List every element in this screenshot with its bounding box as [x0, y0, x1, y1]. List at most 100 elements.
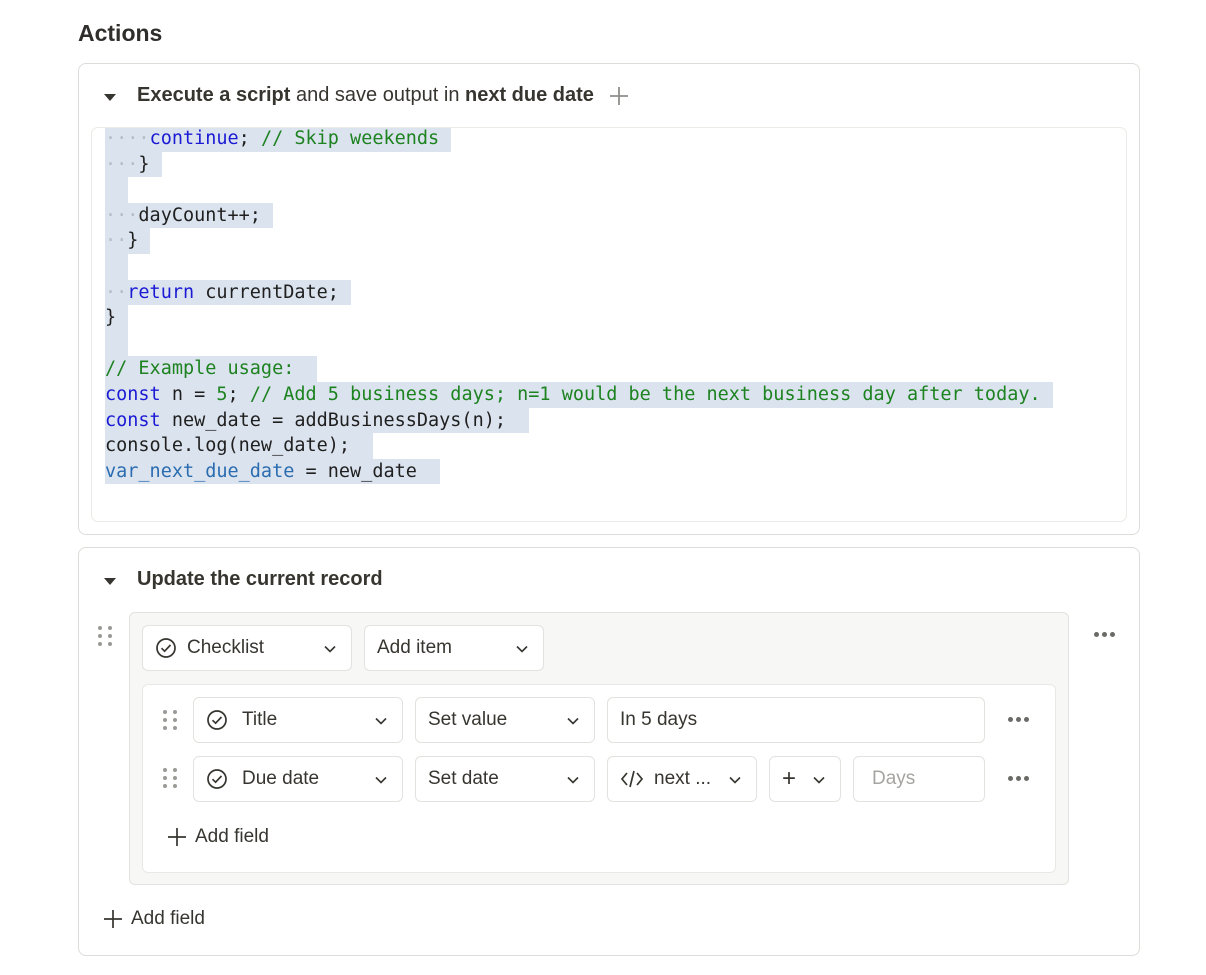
property-select[interactable]: Checklist — [142, 625, 352, 671]
code-token: 5 — [216, 383, 228, 405]
script-action-header[interactable]: Execute a script and save output in next… — [103, 84, 630, 107]
code-token: ; — [227, 383, 250, 405]
code-line-content — [105, 330, 129, 357]
code-icon — [620, 769, 644, 789]
script-action-label: Execute a script — [137, 84, 291, 106]
field-select-value: Title — [242, 709, 278, 730]
chevron-down-icon — [324, 645, 336, 653]
checkmark-circle-icon — [206, 709, 228, 731]
operation-select[interactable]: Add item — [364, 625, 544, 671]
checkmark-circle-icon — [155, 637, 177, 659]
code-line-content: } — [105, 305, 129, 331]
update-action-card: Update the current record Checklist Add … — [78, 547, 1140, 956]
add-field-button-outer[interactable]: Add field — [103, 908, 205, 930]
field-select-due-date[interactable]: Due date — [193, 756, 403, 802]
indent-marker: ···· — [105, 128, 150, 149]
code-token: } — [127, 230, 139, 252]
date-modifier-select[interactable]: + — [769, 756, 841, 802]
drag-handle-icon[interactable] — [98, 626, 112, 646]
chevron-down-icon — [516, 645, 528, 653]
indent-marker — [105, 256, 116, 277]
chevron-down-icon — [729, 776, 741, 784]
code-line-content: console.log(new_date); — [105, 433, 374, 459]
collapse-caret-icon[interactable] — [103, 574, 117, 588]
code-token: = new_date — [294, 460, 429, 482]
script-action-connector: and save output in — [290, 84, 465, 106]
title-value-input[interactable]: In 5 days — [607, 697, 985, 743]
add-field-label: Add field — [195, 826, 269, 847]
code-content: ····continue; // Skip weekends ···} ···da… — [105, 128, 1053, 485]
code-token: currentDate; — [194, 281, 339, 303]
code-line: ··} — [105, 228, 1053, 254]
indent-marker: ·· — [105, 281, 128, 303]
drag-handle-icon[interactable] — [163, 768, 177, 788]
code-line: } — [105, 305, 1053, 331]
more-options-icon[interactable] — [1008, 717, 1029, 722]
code-token: var_next_due_date — [105, 460, 295, 482]
code-token: } — [138, 153, 150, 175]
code-line-content: const new_date = addBusinessDays(n); — [105, 407, 530, 434]
code-line-content: ··return currentDate; — [105, 279, 351, 306]
drag-handle-icon[interactable] — [163, 710, 177, 730]
plus-icon — [167, 827, 187, 847]
code-line: ··return currentDate; — [105, 279, 1053, 306]
variable-select-value: next ... — [654, 768, 712, 789]
output-variable-name[interactable]: next due date — [465, 84, 594, 107]
code-line-content: const n = 5; // Add 5 business days; n=1… — [105, 381, 1053, 408]
property-select-value: Checklist — [187, 637, 265, 658]
add-field-button-inner[interactable]: Add field — [167, 826, 269, 848]
code-line-content: // Example usage: — [105, 356, 318, 382]
code-line — [105, 330, 1053, 357]
script-action-card: Execute a script and save output in next… — [78, 63, 1140, 535]
code-line-content — [105, 253, 129, 280]
plus-icon — [103, 909, 123, 929]
checkmark-circle-icon — [206, 768, 228, 790]
update-action-header[interactable]: Update the current record — [103, 568, 383, 591]
op-select-set-date[interactable]: Set date — [415, 756, 595, 802]
title-value-text: In 5 days — [620, 709, 698, 730]
code-token: new_date = addBusinessDays(n); — [160, 409, 518, 431]
code-token: } — [105, 307, 117, 329]
code-line: var_next_due_date = new_date — [105, 458, 1053, 485]
code-token: dayCount++; — [138, 204, 261, 226]
code-token: console.log(new_date); — [105, 435, 362, 457]
code-token: const — [105, 383, 161, 405]
code-line: ····continue; // Skip weekends — [105, 128, 1053, 152]
code-token: const — [105, 409, 161, 431]
op-select-set-value[interactable]: Set value — [415, 697, 595, 743]
chevron-down-icon — [567, 776, 579, 784]
field-select-title[interactable]: Title — [193, 697, 403, 743]
update-action-label: Update the current record — [137, 568, 383, 590]
chevron-down-icon — [813, 776, 825, 784]
field-select-value: Due date — [242, 768, 320, 789]
indent-marker: ··· — [105, 204, 139, 226]
date-modifier-value: + — [782, 765, 797, 792]
add-action-plus-icon[interactable] — [608, 85, 630, 107]
code-line-content: var_next_due_date = new_date — [105, 458, 441, 485]
code-line-content — [105, 177, 129, 203]
code-token: // Skip weekends — [260, 128, 440, 149]
code-editor[interactable]: ····continue; // Skip weekends ···} ···da… — [91, 127, 1127, 522]
collapse-caret-icon[interactable] — [103, 90, 117, 104]
code-token: // Example usage: — [105, 358, 306, 380]
code-line-content: ··} — [105, 228, 151, 254]
checklist-item-fields: Title Set value In 5 days Due date Set d… — [142, 684, 1056, 873]
op-select-value: Set date — [428, 768, 499, 789]
days-placeholder: Days — [872, 768, 916, 789]
operation-select-value: Add item — [377, 637, 452, 658]
indent-marker: ··· — [105, 153, 139, 175]
code-token: continue — [149, 128, 239, 149]
code-token: n = — [160, 383, 217, 405]
variable-select[interactable]: next ... — [607, 756, 757, 802]
op-select-value: Set value — [428, 709, 508, 730]
code-line: ···dayCount++; — [105, 202, 1053, 229]
code-line-content: ····continue; // Skip weekends — [105, 128, 452, 152]
indent-marker — [105, 333, 116, 354]
more-options-icon[interactable] — [1094, 632, 1115, 637]
days-input[interactable]: Days — [853, 756, 985, 802]
code-line — [105, 177, 1053, 203]
more-options-icon[interactable] — [1008, 776, 1029, 781]
code-line: const n = 5; // Add 5 business days; n=1… — [105, 381, 1053, 408]
indent-marker — [105, 179, 116, 200]
section-title-actions: Actions — [78, 20, 163, 46]
